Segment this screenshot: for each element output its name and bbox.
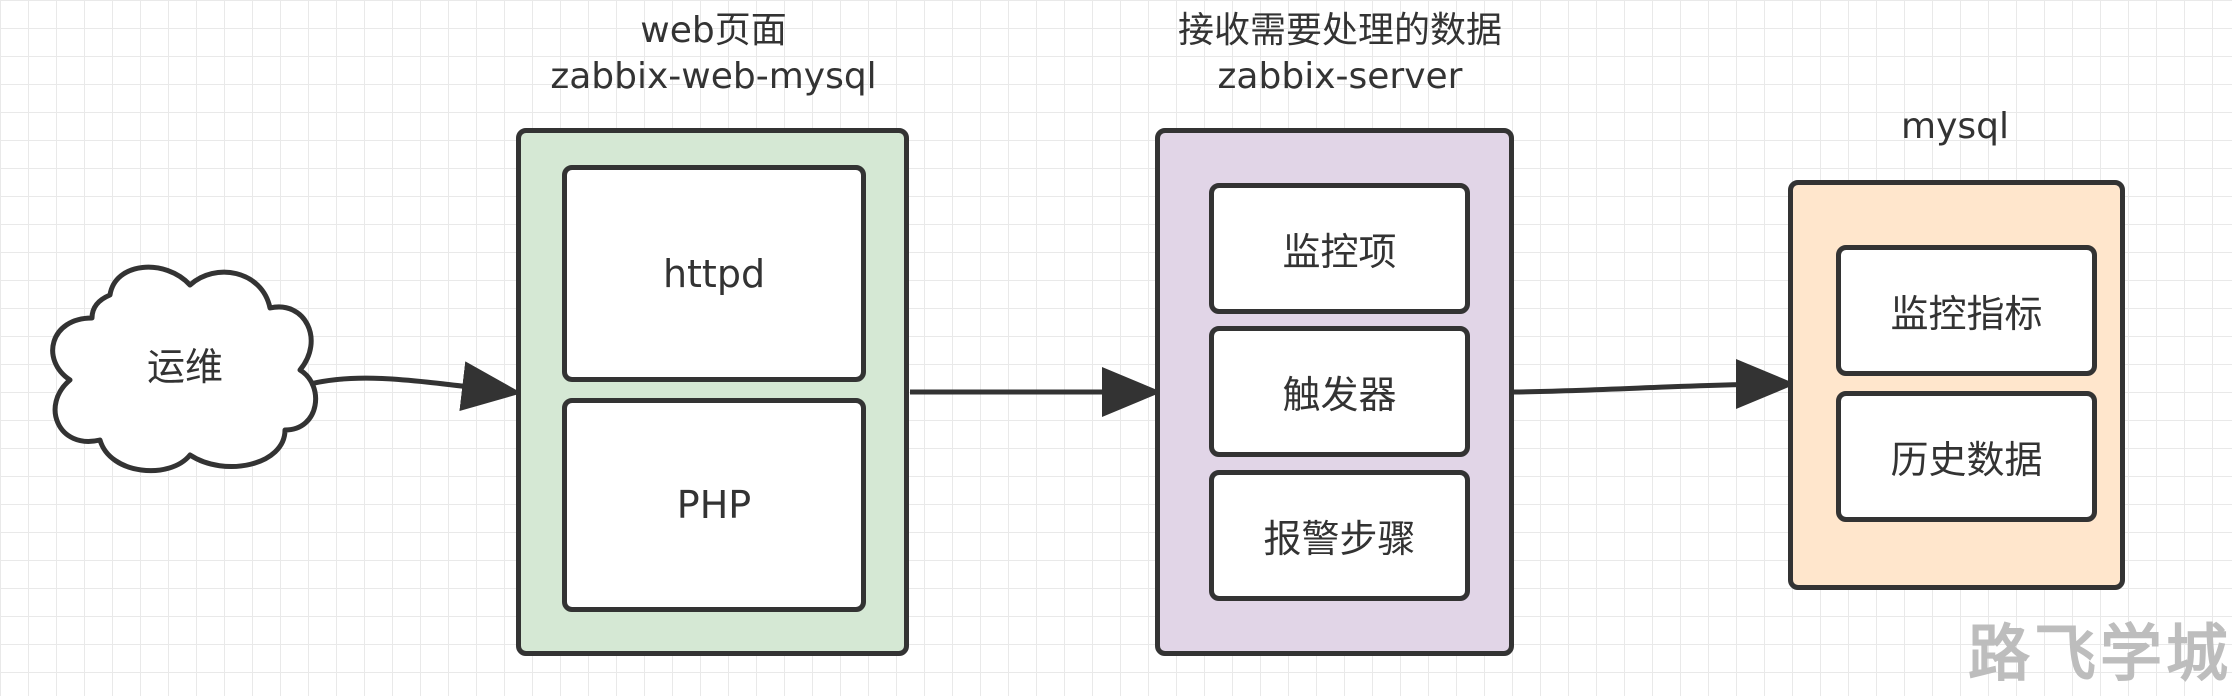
monitor-metrics-label: 监控指标 [1890,292,2043,336]
httpd-box[interactable]: httpd [562,165,866,382]
httpd-label: httpd [662,251,766,296]
monitor-item-box[interactable]: 监控项 [1209,183,1470,314]
diagram-canvas: 运维 web页面 zabbix-web-mysql httpd PHP 接收需要… [0,0,2232,696]
cloud-label: 运维 [146,345,223,389]
trigger-label: 触发器 [1282,373,1397,417]
history-data-box[interactable]: 历史数据 [1836,391,2097,522]
mysql-title: mysql [1901,106,2009,147]
php-label: PHP [676,483,752,527]
edge-server-to-mysql [1513,359,1796,410]
monitor-metrics-box[interactable]: 监控指标 [1836,245,2097,376]
mysql-container[interactable] [1788,180,2125,590]
web-subtitle: zabbix-web-mysql [550,56,877,97]
alert-steps-label: 报警步骤 [1263,517,1416,561]
edge-ops-to-web [309,361,522,411]
php-box[interactable]: PHP [562,398,866,612]
alert-steps-box[interactable]: 报警步骤 [1209,470,1470,601]
monitor-item-label: 监控项 [1282,230,1397,274]
web-title: web页面 [640,10,787,51]
watermark-logo: 路飞学城 [1968,617,2232,690]
server-subtitle: zabbix-server [1217,56,1463,97]
history-data-label: 历史数据 [1890,438,2043,482]
trigger-box[interactable]: 触发器 [1209,326,1470,457]
server-title: 接收需要处理的数据 [1177,10,1502,51]
